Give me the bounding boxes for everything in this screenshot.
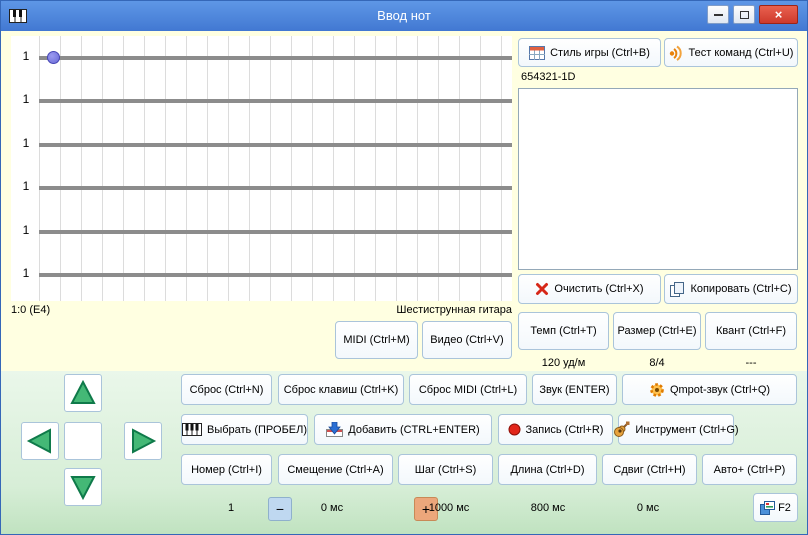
string-label: 1: [22, 266, 30, 280]
string-label: 1: [22, 92, 30, 106]
meter-button[interactable]: Размер (Ctrl+E): [613, 312, 701, 350]
f2-button[interactable]: F2: [753, 493, 798, 522]
gear-icon: [649, 382, 665, 398]
maximize-button[interactable]: [733, 5, 755, 24]
test-commands-button[interactable]: Тест команд (Ctrl+U): [664, 38, 798, 67]
arrow-down-icon: [70, 476, 96, 501]
tuning-label: 654321-1D: [521, 71, 576, 83]
notes-list[interactable]: [518, 88, 798, 270]
clear-x-icon: [535, 282, 549, 296]
offset-button[interactable]: Смещение (Ctrl+A): [278, 454, 393, 485]
guitar-icon: [613, 421, 630, 438]
string-line[interactable]: [39, 143, 512, 147]
fretboard-grid[interactable]: 1 1 1 1 1 1: [11, 36, 512, 301]
step-button[interactable]: Шаг (Ctrl+S): [398, 454, 493, 485]
window-f2-icon: [760, 500, 776, 515]
titlebar[interactable]: Ввод нот ×: [1, 1, 807, 31]
string-label: 1: [22, 49, 30, 63]
close-icon: ×: [774, 7, 783, 22]
ear-icon: [669, 45, 684, 61]
reset-keys-button[interactable]: Сброс клавиш (Ctrl+K): [278, 374, 404, 405]
clear-button[interactable]: Очистить (Ctrl+X): [518, 274, 661, 304]
instrument-label: Шестиструнная гитара: [396, 304, 512, 316]
move-left-button[interactable]: [21, 422, 59, 460]
move-up-button[interactable]: [64, 374, 102, 412]
shift-button[interactable]: Сдвиг (Ctrl+H): [602, 454, 697, 485]
auto-plus-button[interactable]: Авто+ (Ctrl+P): [702, 454, 797, 485]
meter-value: 8/4: [649, 357, 665, 369]
string-label: 1: [22, 136, 30, 150]
note-marker[interactable]: [47, 51, 60, 64]
arrow-up-icon: [70, 379, 96, 404]
length-value: 800 мс: [530, 502, 566, 514]
string-line[interactable]: [39, 99, 512, 103]
qmpot-sound-button[interactable]: Qmpot-звук (Ctrl+Q): [622, 374, 797, 405]
number-value: 1: [227, 502, 235, 514]
note-input-window: Ввод нот × 1 1 1 1 1 1 1:0 (E4) Шестистр…: [0, 0, 808, 535]
number-button[interactable]: Номер (Ctrl+I): [181, 454, 272, 485]
style-table-icon: [529, 45, 546, 60]
string-line[interactable]: [39, 273, 512, 277]
insert-arrow-icon: [326, 422, 344, 437]
move-down-button[interactable]: [64, 468, 102, 506]
record-dot-icon: [508, 423, 521, 436]
reset-midi-button[interactable]: Сброс MIDI (Ctrl+L): [409, 374, 527, 405]
minus-icon: −: [275, 501, 285, 517]
tempo-value: 120 уд/м: [541, 357, 586, 369]
copy-icon: [670, 281, 685, 297]
fret-gridlines: [39, 36, 512, 301]
video-button[interactable]: Видео (Ctrl+V): [422, 321, 512, 359]
copy-button[interactable]: Копировать (Ctrl+C): [664, 274, 798, 304]
string-label: 1: [22, 223, 30, 237]
offset-value: 0 мс: [320, 502, 344, 514]
midi-button[interactable]: MIDI (Ctrl+M): [335, 321, 418, 359]
string-line[interactable]: [39, 56, 512, 60]
play-style-button[interactable]: Стиль игры (Ctrl+B): [518, 38, 661, 67]
minimize-icon: [713, 13, 723, 16]
arrow-left-icon: [26, 428, 51, 454]
string-line[interactable]: [39, 186, 512, 190]
quant-value: ---: [745, 357, 757, 369]
length-button[interactable]: Длина (Ctrl+D): [498, 454, 597, 485]
step-value: 1000 мс: [428, 502, 470, 514]
instrument-button[interactable]: Инструмент (Ctrl+G): [614, 414, 739, 445]
sound-button[interactable]: Звук (ENTER): [532, 374, 617, 405]
maximize-icon: [739, 10, 749, 19]
shift-value: 0 мс: [636, 502, 660, 514]
close-button[interactable]: ×: [759, 5, 798, 24]
select-button[interactable]: Выбрать (ПРОБЕЛ): [181, 414, 308, 445]
arrow-right-icon: [132, 428, 157, 454]
pad-center-cell[interactable]: [64, 422, 102, 460]
minimize-button[interactable]: [707, 5, 729, 24]
window-title: Ввод нот: [377, 8, 431, 23]
add-button[interactable]: Добавить (CTRL+ENTER): [314, 414, 492, 445]
piano-keys-icon: [181, 423, 202, 436]
record-button[interactable]: Запись (Ctrl+R): [498, 414, 613, 445]
position-label: 1:0 (E4): [11, 304, 51, 316]
string-label: 1: [22, 179, 30, 193]
string-line[interactable]: [39, 230, 512, 234]
tempo-button[interactable]: Темп (Ctrl+T): [518, 312, 609, 350]
move-right-button[interactable]: [124, 422, 162, 460]
decrease-offset-button[interactable]: −: [268, 497, 292, 521]
reset-button[interactable]: Сброс (Ctrl+N): [181, 374, 272, 405]
quant-button[interactable]: Квант (Ctrl+F): [705, 312, 797, 350]
